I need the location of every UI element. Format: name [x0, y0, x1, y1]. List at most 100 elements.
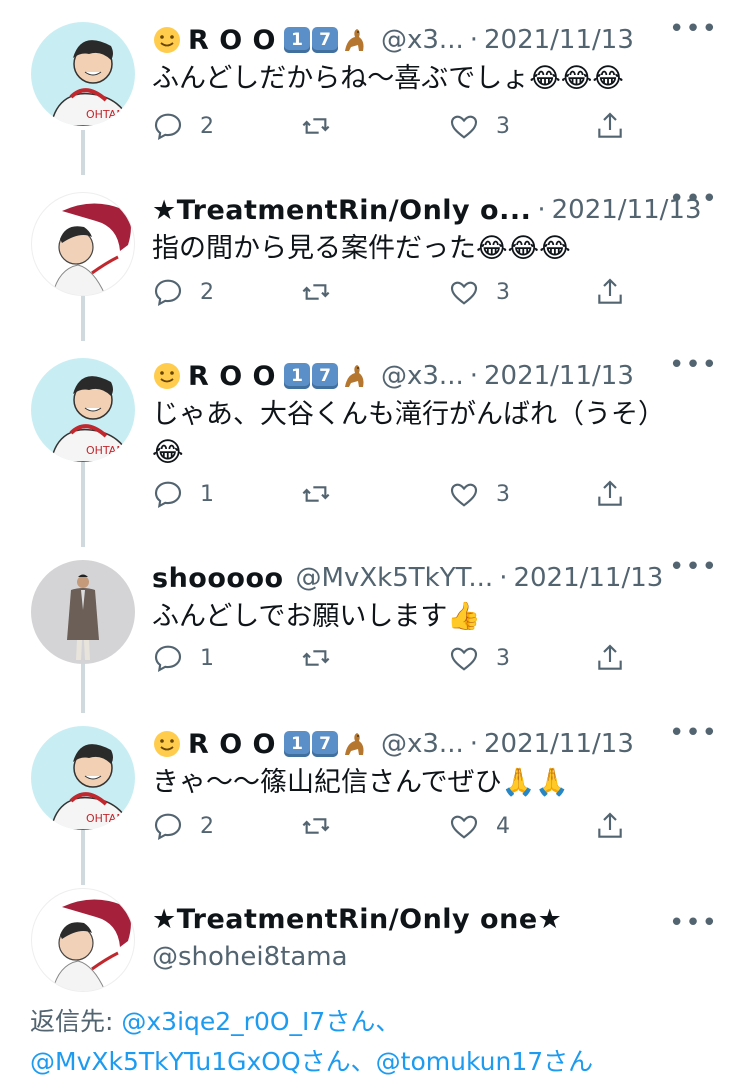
slightly-smiling-face-icon	[152, 729, 182, 759]
share-icon	[598, 644, 622, 670]
reply-count: 2	[200, 813, 214, 839]
display-name[interactable]: R O O	[188, 25, 276, 56]
share-button[interactable]	[594, 276, 626, 308]
tweet[interactable]: OHTANI R O O 1 7 @x3... · 2021/11/13 •••…	[0, 704, 750, 874]
more-options-icon[interactable]: •••	[669, 552, 718, 582]
tweet[interactable]: OHTANI R O O 1 7 @x3... · 2021/11/13 •••…	[0, 336, 750, 536]
avatar[interactable]: OHTANI	[31, 358, 135, 462]
reply-icon	[154, 813, 182, 840]
display-name[interactable]: R O O	[188, 729, 276, 760]
keycap-seven-icon: 7	[312, 731, 338, 757]
share-button[interactable]	[594, 478, 626, 510]
avatar[interactable]	[31, 888, 135, 992]
reply-button[interactable]: 1	[152, 478, 214, 510]
main-tweet[interactable]: ★TreatmentRin/Only one★ @shohei8tama •••…	[0, 880, 750, 1091]
retweet-icon	[302, 818, 330, 834]
display-name[interactable]: shooooo	[152, 563, 284, 594]
heart-icon	[450, 281, 478, 305]
like-count: 3	[496, 279, 510, 305]
svg-text:OHTANI: OHTANI	[86, 812, 128, 825]
keycap-one-icon: 1	[284, 27, 310, 53]
separator-dot: ·	[469, 25, 478, 55]
share-icon	[598, 812, 622, 838]
avatar[interactable]	[31, 192, 135, 296]
more-options-icon[interactable]: •••	[669, 718, 718, 748]
avatar[interactable]	[31, 560, 135, 664]
user-handle[interactable]: @x3...	[381, 361, 464, 391]
like-button[interactable]: 3	[448, 478, 510, 510]
kangaroo-icon	[339, 25, 369, 55]
user-handle[interactable]: @x3...	[381, 25, 464, 55]
reply-button[interactable]: 2	[152, 276, 214, 308]
share-icon	[598, 480, 622, 506]
tweet-date[interactable]: 2021/11/13	[484, 361, 634, 391]
tweet-actions: 2 4	[152, 810, 642, 850]
tweet[interactable]: shooooo @MvXk5TkYT... · 2021/11/13 ••• ふ…	[0, 538, 750, 704]
retweet-icon	[302, 650, 330, 666]
tweet-date[interactable]: 2021/11/13	[484, 729, 634, 759]
reply-count: 1	[200, 645, 214, 671]
reply-icon	[154, 481, 182, 508]
reply-button[interactable]: 2	[152, 810, 214, 842]
retweet-icon	[302, 284, 330, 300]
more-options-icon[interactable]: •••	[669, 350, 718, 380]
share-button[interactable]	[594, 810, 626, 842]
slightly-smiling-face-icon	[152, 25, 182, 55]
reply-to-line: @MvXk5TkYTu1GxOQさん、@tomukun17さん	[30, 1042, 593, 1082]
tweet-actions: 2 3	[152, 110, 642, 150]
like-button[interactable]: 3	[448, 276, 510, 308]
separator-dot: ·	[469, 361, 478, 391]
reply-button[interactable]: 2	[152, 110, 214, 142]
user-handle[interactable]: @x3...	[381, 729, 464, 759]
user-handle[interactable]: @shohei8tama	[152, 942, 348, 972]
like-count: 3	[496, 645, 510, 671]
display-name[interactable]: R O O	[188, 361, 276, 392]
avatar[interactable]: OHTANI	[31, 726, 135, 830]
like-button[interactable]: 4	[448, 810, 510, 842]
retweet-button[interactable]	[300, 276, 348, 308]
more-options-icon[interactable]: •••	[669, 908, 718, 938]
keycap-one-icon: 1	[284, 731, 310, 757]
more-options-icon[interactable]: •••	[669, 184, 718, 214]
reply-icon	[154, 113, 182, 140]
heart-icon	[450, 815, 478, 839]
reply-button[interactable]: 1	[152, 642, 214, 674]
display-name[interactable]: ★TreatmentRin/Only one★	[152, 904, 562, 935]
tweet-header: R O O 1 7 @x3... · 2021/11/13	[152, 356, 726, 396]
user-handle[interactable]: @MvXk5TkYT...	[296, 563, 494, 593]
like-button[interactable]: 3	[448, 642, 510, 674]
heart-icon	[450, 483, 478, 507]
tweet-actions: 1 3	[152, 642, 642, 682]
separator-dot: ·	[537, 195, 546, 225]
tweet[interactable]: ★TreatmentRin/Only o... · 2021/11/13 •••…	[0, 170, 750, 336]
tweet[interactable]: OHTANI R O O 1 7 @x3... · 2021/11/13 •••…	[0, 0, 750, 170]
avatar[interactable]: OHTANI	[31, 22, 135, 126]
like-button[interactable]: 3	[448, 110, 510, 142]
kangaroo-icon	[339, 361, 369, 391]
tweet-date[interactable]: 2021/11/13	[513, 563, 663, 593]
tweet-date[interactable]: 2021/11/13	[484, 25, 634, 55]
reply-to-link[interactable]: @x3iqe2_r0O_I7さん、	[121, 1007, 400, 1036]
share-button[interactable]	[594, 642, 626, 674]
share-icon	[598, 112, 622, 138]
retweet-icon	[302, 118, 330, 134]
share-button[interactable]	[594, 110, 626, 142]
retweet-button[interactable]	[300, 110, 348, 142]
tweet-actions: 1 3	[152, 478, 642, 518]
like-count: 4	[496, 813, 510, 839]
retweet-button[interactable]	[300, 478, 348, 510]
retweet-button[interactable]	[300, 810, 348, 842]
reply-to-link[interactable]: @tomukun17さん	[376, 1047, 594, 1076]
reply-count: 2	[200, 279, 214, 305]
more-options-icon[interactable]: •••	[669, 14, 718, 44]
reply-to-label: 返信先:	[30, 1007, 122, 1036]
keycap-one-icon: 1	[284, 363, 310, 389]
tweet-header: R O O 1 7 @x3... · 2021/11/13	[152, 724, 726, 764]
tweet-header: shooooo @MvXk5TkYT... · 2021/11/13	[152, 558, 726, 598]
reply-to-link[interactable]: @MvXk5TkYTu1GxOQさん、	[30, 1047, 376, 1076]
display-name[interactable]: ★TreatmentRin/Only o...	[152, 195, 531, 226]
reply-count: 2	[200, 113, 214, 139]
tweet-header: R O O 1 7 @x3... · 2021/11/13	[152, 20, 726, 60]
retweet-button[interactable]	[300, 642, 348, 674]
heart-icon	[450, 647, 478, 671]
